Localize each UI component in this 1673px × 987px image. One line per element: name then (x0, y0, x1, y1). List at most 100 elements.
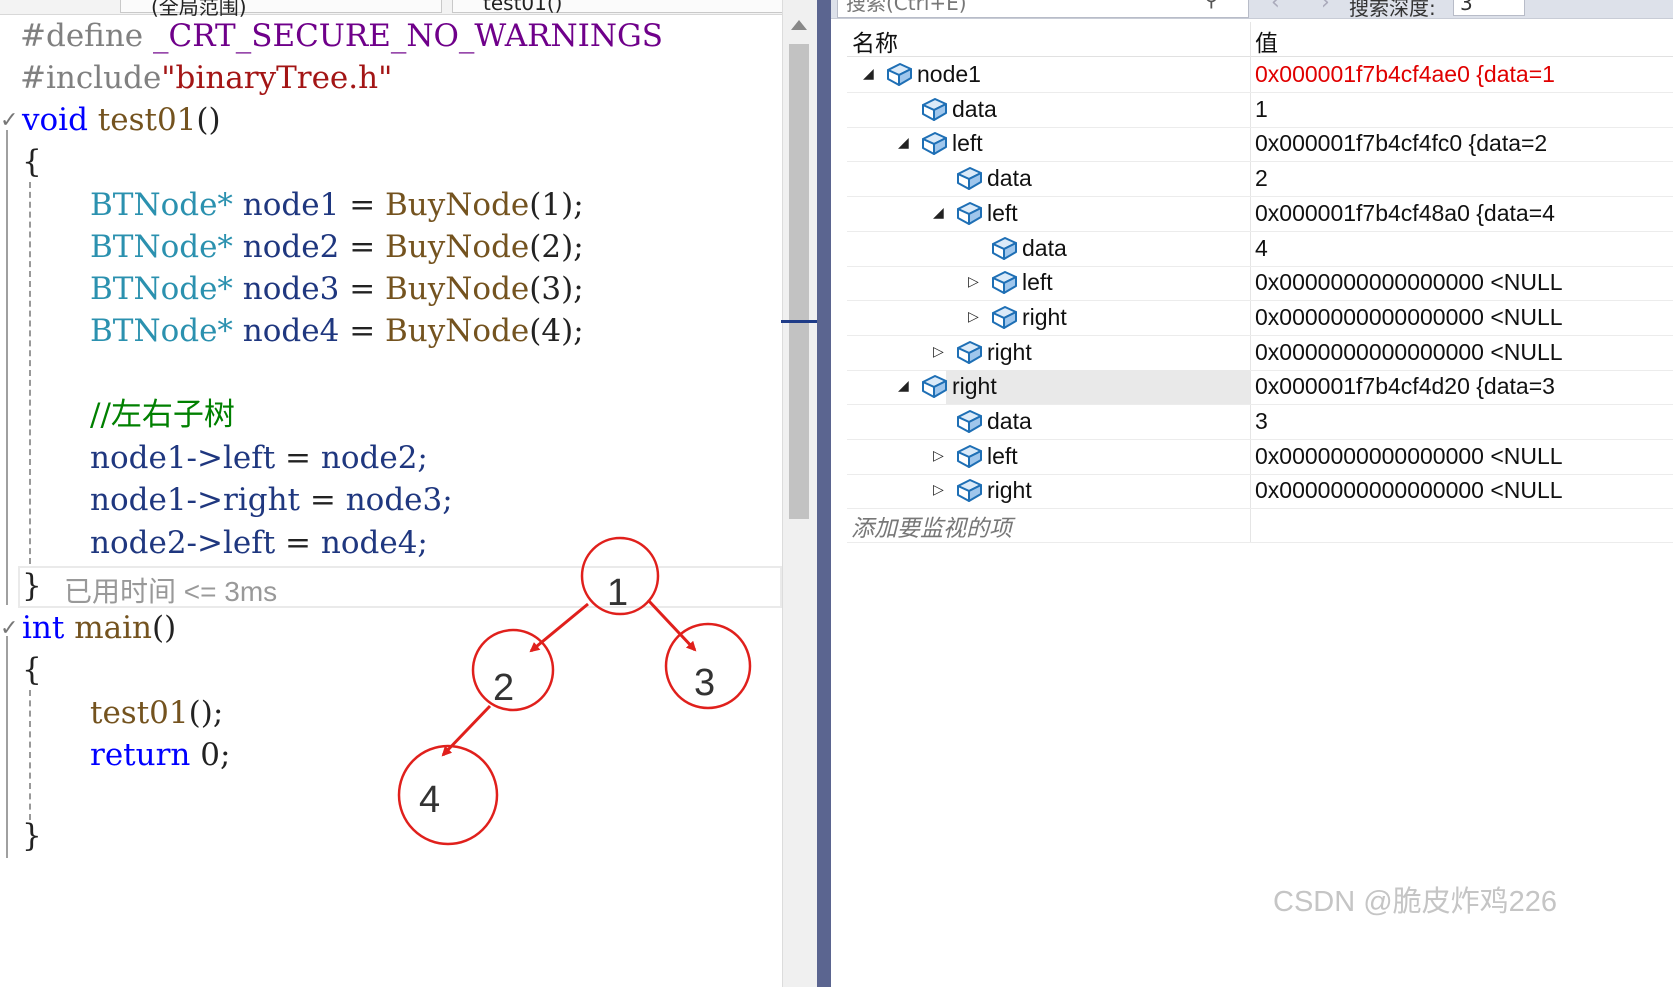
field-object-icon (922, 132, 947, 156)
editor-navigation-bar: (全局范围) test01() (0, 0, 790, 19)
operator: = (339, 313, 386, 349)
keyword: int (22, 610, 65, 646)
watch-item-value[interactable]: 0x0000000000000000 <NULL (1255, 304, 1563, 331)
code-editor[interactable]: (全局范围) test01() #define _CRT_SECURE_NO_W… (0, 0, 820, 987)
watch-row[interactable]: ▷ right 0x0000000000000000 <NULL (847, 336, 1673, 371)
watch-row[interactable]: ▷ right 0x0000000000000000 <NULL (847, 474, 1673, 510)
field-object-icon (887, 63, 912, 86)
function-call: test01 (90, 695, 189, 731)
variable: node3; (345, 482, 453, 518)
watch-item-value[interactable]: 0x0000000000000000 <NULL (1255, 269, 1563, 296)
expand-triangle-icon[interactable]: ▷ (968, 310, 979, 324)
argument: (1); (529, 187, 584, 223)
function-call: BuyNode (385, 187, 530, 223)
caret-position-marker (781, 320, 817, 323)
function-dropdown[interactable]: test01() (452, 0, 784, 15)
collapse-triangle-icon[interactable]: ◢ (863, 67, 874, 81)
macro-name: _CRT_SECURE_NO_WARNINGS (143, 18, 663, 54)
brace: { (22, 652, 42, 688)
code-line-9[interactable]: //左右子树 (90, 397, 235, 433)
expand-triangle-icon[interactable]: ▷ (933, 449, 944, 463)
type-name: BTNode* (90, 187, 233, 223)
code-line-14[interactable]: int main() (22, 610, 176, 646)
code-line-10[interactable]: node1->left = node2; (90, 440, 428, 476)
pane-splitter[interactable] (817, 0, 831, 987)
watch-row[interactable]: ▷ left 0x0000000000000000 <NULL (847, 266, 1673, 302)
watch-row[interactable]: ◢ left 0x000001f7b4cf48a0 {data=4 (847, 197, 1673, 232)
watch-row[interactable]: ◢ left 0x000001f7b4cf4fc0 {data=2 (847, 127, 1673, 163)
column-header-name[interactable]: 名称 (852, 24, 898, 58)
scope-dropdown[interactable]: (全局范围) (120, 0, 442, 19)
variable: node2 (232, 229, 340, 265)
watch-item-value[interactable]: 0x000001f7b4cf4ae0 {data=1 (1255, 61, 1555, 88)
watch-item-value[interactable]: 3 (1255, 408, 1268, 435)
code-line-5[interactable]: BTNode* node1 = BuyNode(1); (90, 187, 584, 223)
watch-search-input[interactable]: 搜索(Ctrl+E) ⚲ (837, 0, 1249, 18)
watch-row[interactable]: ▷ right 0x0000000000000000 <NULL (847, 301, 1673, 336)
editor-vertical-scrollbar[interactable] (781, 0, 817, 987)
code-line-8[interactable]: BTNode* node4 = BuyNode(4); (90, 313, 584, 349)
watch-item-value[interactable]: 0x0000000000000000 <NULL (1255, 443, 1563, 470)
watch-row[interactable]: data 3 (847, 405, 1673, 440)
code-line-4[interactable]: { (22, 144, 42, 180)
watch-row[interactable]: ▷ left 0x0000000000000000 <NULL (847, 440, 1673, 475)
search-next-icon[interactable]: › (1321, 0, 1330, 15)
search-depth-select[interactable]: 3 (1453, 0, 1525, 16)
collapse-triangle-icon[interactable]: ◢ (898, 136, 909, 150)
watch-item-name: node1 (917, 61, 981, 87)
code-line-17[interactable]: return 0; (90, 737, 230, 773)
search-previous-icon[interactable]: ‹ (1271, 0, 1280, 15)
fold-collapse-icon[interactable]: ✓ (0, 108, 18, 133)
watch-item-value[interactable]: 0x0000000000000000 <NULL (1255, 339, 1563, 366)
watch-item-value[interactable]: 0x000001f7b4cf4fc0 {data=2 (1255, 130, 1547, 157)
argument: (4); (529, 313, 584, 349)
watch-item-name: data (987, 165, 1032, 192)
collapse-triangle-icon[interactable]: ◢ (933, 206, 944, 220)
scrollbar-thumb[interactable] (789, 44, 809, 519)
function-name: test01 (87, 102, 197, 138)
code-line-3[interactable]: void test01() (22, 102, 221, 138)
expand-triangle-icon[interactable]: ▷ (933, 345, 944, 359)
code-line-18[interactable]: } (22, 818, 42, 854)
scroll-up-arrow-icon[interactable] (791, 20, 807, 30)
code-line-6[interactable]: BTNode* node2 = BuyNode(2); (90, 229, 584, 265)
watch-window: 搜索(Ctrl+E) ⚲ ‹ › 搜索深度: 3 名称 值 ◢ node1 0x00… (831, 0, 1673, 987)
watch-item-value[interactable]: 1 (1255, 96, 1268, 123)
watch-item-value[interactable]: 0x0000000000000000 <NULL (1255, 477, 1563, 504)
fold-collapse-icon[interactable]: ✓ (0, 616, 18, 641)
code-line-7[interactable]: BTNode* node3 = BuyNode(3); (90, 271, 584, 307)
code-line-1[interactable]: #define _CRT_SECURE_NO_WARNINGS (20, 18, 663, 54)
watch-row[interactable]: data 1 (847, 93, 1673, 128)
preprocessor-directive: #define (20, 18, 144, 54)
keyword: return (90, 737, 191, 773)
column-header-value[interactable]: 值 (1255, 24, 1278, 58)
code-line-2[interactable]: #include"binaryTree.h" (20, 60, 392, 96)
watch-name-cell (981, 197, 1250, 231)
add-watch-placeholder[interactable]: 添加要监视的项 (851, 509, 1012, 543)
watch-item-value[interactable]: 4 (1255, 235, 1268, 262)
expand-triangle-icon[interactable]: ▷ (968, 275, 979, 289)
code-line-16[interactable]: test01(); (90, 695, 223, 731)
code-line-11[interactable]: node1->right = node3; (90, 482, 453, 518)
watch-row[interactable]: ◢ node1 0x000001f7b4cf4ae0 {data=1 (847, 58, 1673, 93)
operator: = (339, 187, 386, 223)
keyword: void (22, 102, 88, 138)
collapse-triangle-icon[interactable]: ◢ (898, 379, 909, 393)
code-line-15[interactable]: { (22, 652, 42, 688)
paren: () (196, 102, 221, 138)
watch-item-name: left (987, 442, 1018, 469)
watch-item-name: right (987, 477, 1032, 504)
watch-item-value[interactable]: 0x000001f7b4cf4d20 {data=3 (1255, 373, 1555, 400)
code-line-13[interactable]: } (22, 568, 42, 604)
watch-row[interactable]: ◢ right 0x000001f7b4cf4d20 {data=3 (847, 370, 1673, 406)
operator: = (275, 525, 321, 561)
watch-item-value[interactable]: 2 (1255, 165, 1268, 192)
field-object-icon (992, 271, 1017, 295)
watch-row[interactable]: data 4 (847, 232, 1673, 267)
code-line-12[interactable]: node2->left = node4; (90, 525, 428, 561)
expand-triangle-icon[interactable]: ▷ (933, 483, 944, 497)
search-icon[interactable]: ⚲ (1204, 0, 1219, 11)
watch-name-cell (981, 440, 1250, 474)
watch-row[interactable]: data 2 (847, 162, 1673, 198)
watch-item-value[interactable]: 0x000001f7b4cf48a0 {data=4 (1255, 200, 1555, 227)
